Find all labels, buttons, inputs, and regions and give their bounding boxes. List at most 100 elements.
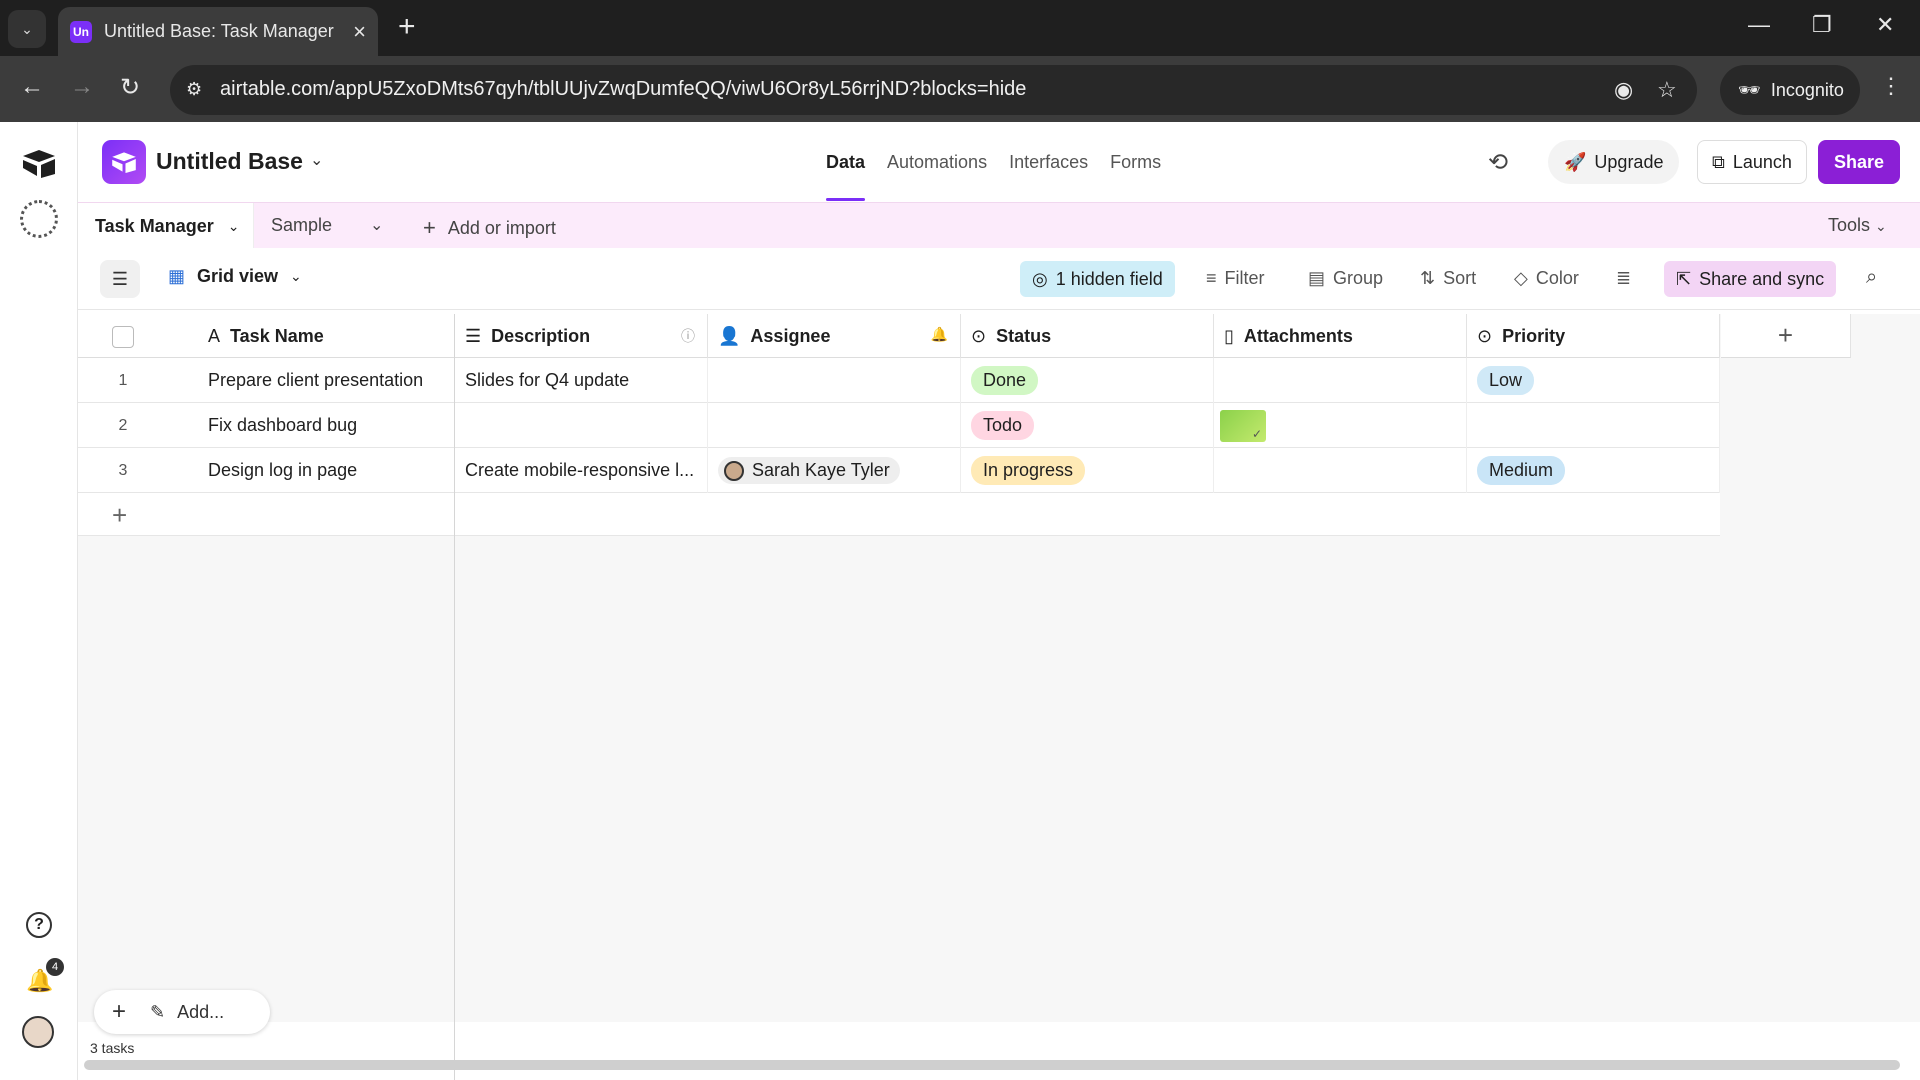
- cell-priority[interactable]: Medium: [1467, 448, 1720, 493]
- column-header-description[interactable]: ☰ Description ⓘ: [455, 314, 708, 358]
- view-toolbar: ☰ ▦ Grid view ⌄ ◎ 1 hidden field ≡ Filte…: [78, 248, 1920, 310]
- hidden-field-label: 1 hidden field: [1055, 268, 1163, 289]
- group-button[interactable]: ▤ Group: [1308, 268, 1383, 289]
- add-import-label: Add or import: [447, 217, 556, 238]
- cell-priority[interactable]: [1467, 403, 1720, 448]
- hide-fields-button[interactable]: ◎ 1 hidden field: [1020, 261, 1175, 297]
- column-label: Status: [996, 325, 1052, 346]
- forward-icon[interactable]: →: [70, 73, 94, 101]
- launch-button[interactable]: ⧉ Launch: [1697, 140, 1807, 184]
- horizontal-scrollbar[interactable]: [84, 1060, 1900, 1070]
- restore-icon[interactable]: ❐: [1812, 12, 1832, 38]
- column-header-assignee[interactable]: 👤 Assignee 🔔: [708, 314, 961, 358]
- cell-description[interactable]: Create mobile-responsive l...: [455, 448, 708, 493]
- add-record-plus-icon[interactable]: +: [112, 500, 127, 531]
- site-info-icon[interactable]: ⚙: [186, 79, 202, 100]
- cell-description[interactable]: [455, 403, 708, 448]
- priority-badge: Low: [1477, 366, 1535, 395]
- share-and-sync-button[interactable]: ⇱ Share and sync: [1664, 261, 1837, 297]
- color-button[interactable]: ◇ Color: [1514, 268, 1579, 289]
- cell-status[interactable]: In progress: [961, 448, 1214, 493]
- row-height-icon[interactable]: ≣: [1616, 268, 1631, 289]
- table-row[interactable]: 3 Design log in page Create mobile-respo…: [78, 448, 1720, 493]
- url-text[interactable]: airtable.com/appU5ZxoDMts67qyh/tblUUjvZw…: [220, 78, 1026, 101]
- cell-attachments[interactable]: [1214, 403, 1467, 448]
- tab-close-icon[interactable]: ×: [353, 19, 366, 45]
- tab-favicon: Un: [70, 20, 92, 43]
- frozen-column-divider[interactable]: [454, 314, 455, 1080]
- help-icon[interactable]: ?: [26, 912, 52, 938]
- add-record-row[interactable]: +: [78, 494, 1720, 536]
- incognito-indicator[interactable]: 🕶 Incognito: [1720, 65, 1860, 115]
- nav-automations[interactable]: Automations: [887, 152, 987, 201]
- new-tab-icon[interactable]: +: [398, 12, 416, 42]
- cell-description[interactable]: Slides for Q4 update: [455, 358, 708, 403]
- table-tab-sample[interactable]: Sample: [271, 215, 332, 236]
- cell-assignee[interactable]: [708, 358, 961, 403]
- table-tab-task-manager[interactable]: Task Manager ⌄: [78, 203, 254, 249]
- filter-button[interactable]: ≡ Filter: [1206, 268, 1265, 289]
- cell-task-name[interactable]: Fix dashboard bug: [198, 403, 455, 448]
- info-icon[interactable]: ⓘ: [681, 326, 695, 346]
- header-row: A Task Name ☰ Description ⓘ 👤 Assignee 🔔…: [78, 314, 1720, 358]
- cell-status[interactable]: Done: [961, 358, 1214, 403]
- reload-icon[interactable]: ↻: [120, 73, 140, 102]
- status-badge: Todo: [971, 411, 1035, 440]
- sort-icon: ⇅: [1420, 268, 1436, 288]
- tracking-eye-off-icon[interactable]: ◉: [1614, 77, 1633, 103]
- history-icon[interactable]: ⟲: [1488, 148, 1508, 177]
- nav-data[interactable]: Data: [826, 152, 866, 201]
- cell-task-name[interactable]: Prepare client presentation: [198, 358, 455, 403]
- views-sidebar-toggle-icon[interactable]: ☰: [100, 260, 140, 298]
- back-icon[interactable]: ←: [20, 73, 44, 101]
- cell-status[interactable]: Todo: [961, 403, 1214, 448]
- share-sync-icon: ⇱: [1676, 268, 1692, 289]
- table-row[interactable]: 1 Prepare client presentation Slides for…: [78, 358, 1720, 403]
- search-icon[interactable]: ⌕: [1866, 266, 1877, 289]
- upgrade-button[interactable]: 🚀 Upgrade: [1548, 140, 1680, 184]
- chevron-down-icon[interactable]: ⌄: [228, 218, 240, 235]
- cell-assignee[interactable]: Sarah Kaye Tyler: [708, 448, 961, 493]
- nav-interfaces[interactable]: Interfaces: [1009, 152, 1088, 201]
- add-field-plus-icon[interactable]: +: [1721, 314, 1851, 358]
- add-label[interactable]: Add...: [177, 1002, 224, 1023]
- chevron-down-icon[interactable]: ⌄: [310, 150, 323, 170]
- select-all-checkbox[interactable]: [112, 326, 134, 348]
- omni-assistant-icon[interactable]: [20, 200, 58, 238]
- address-bar[interactable]: ⚙ airtable.com/appU5ZxoDMts67qyh/tblUUjv…: [170, 65, 1697, 115]
- window-close-icon[interactable]: ✕: [1876, 12, 1894, 38]
- browser-tab[interactable]: Un Untitled Base: Task Manager - A ×: [58, 7, 378, 56]
- tools-menu[interactable]: Tools ⌄: [1828, 215, 1887, 236]
- nav-forms[interactable]: Forms: [1110, 152, 1161, 201]
- tab-search-chevron-icon[interactable]: ⌄: [8, 10, 46, 48]
- attachment-thumbnail[interactable]: [1220, 409, 1266, 442]
- view-switcher[interactable]: ▦ Grid view ⌄: [168, 266, 302, 287]
- browser-menu-icon[interactable]: ⋮: [1880, 73, 1902, 99]
- cell-attachments[interactable]: [1214, 448, 1467, 493]
- airtable-logo-icon[interactable]: [20, 148, 58, 183]
- column-header-attachments[interactable]: ▯ Attachments: [1214, 314, 1467, 358]
- column-header-task-name[interactable]: A Task Name: [198, 314, 455, 358]
- group-icon: ▤: [1308, 268, 1326, 288]
- base-icon[interactable]: [102, 140, 146, 184]
- cell-attachments[interactable]: [1214, 358, 1467, 403]
- share-button[interactable]: Share: [1818, 140, 1900, 184]
- cell-task-name[interactable]: Design log in page: [198, 448, 455, 493]
- add-record-menu[interactable]: + ✎ Add...: [94, 990, 270, 1034]
- plus-icon[interactable]: +: [112, 998, 126, 1026]
- column-header-status[interactable]: ⊙ Status: [961, 314, 1214, 358]
- bell-icon[interactable]: 🔔: [931, 326, 948, 343]
- bookmark-star-icon[interactable]: ☆: [1657, 77, 1677, 103]
- sort-button[interactable]: ⇅ Sort: [1420, 268, 1476, 289]
- cell-assignee[interactable]: [708, 403, 961, 448]
- add-or-import-button[interactable]: + Add or import: [423, 215, 556, 241]
- column-label: Priority: [1502, 325, 1566, 346]
- user-avatar[interactable]: [22, 1016, 54, 1048]
- chevron-down-icon: ⌄: [1875, 218, 1887, 234]
- base-name[interactable]: Untitled Base: [156, 148, 303, 175]
- cell-priority[interactable]: Low: [1467, 358, 1720, 403]
- column-header-priority[interactable]: ⊙ Priority: [1467, 314, 1720, 358]
- table-row[interactable]: 2 Fix dashboard bug Todo: [78, 403, 1720, 448]
- all-tables-chevron-icon[interactable]: ⌄: [370, 215, 383, 235]
- minimize-icon[interactable]: —: [1748, 12, 1770, 38]
